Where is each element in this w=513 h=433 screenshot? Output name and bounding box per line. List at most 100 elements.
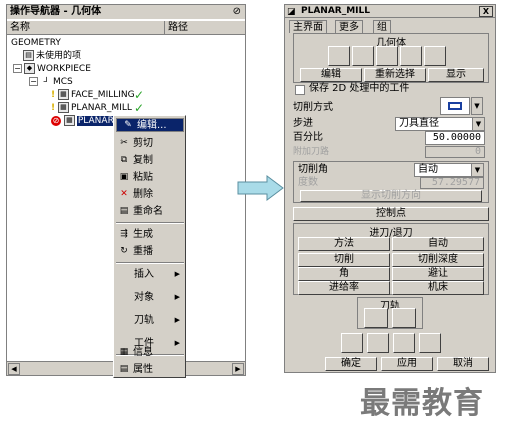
cut-icon: ✂ <box>120 138 128 148</box>
dropdown-arrow-icon[interactable]: ▼ <box>471 97 483 115</box>
display-button[interactable]: 显示 <box>428 68 484 82</box>
menu-label: 复制 <box>133 155 153 166</box>
collapse-icon[interactable]: − <box>13 64 22 73</box>
menu-item-info[interactable]: ▦ 信息 <box>116 344 184 361</box>
cut-depth-button[interactable]: 切削深度 <box>392 253 484 267</box>
list-toolpath-icon[interactable] <box>392 308 416 328</box>
tree-label: 未使用的项 <box>36 51 82 61</box>
tree-item-workpiece[interactable]: − ◆ WORKPIECE <box>11 63 135 76</box>
cut-method-label: 切削方式 <box>293 102 333 113</box>
generate-icon[interactable] <box>341 333 363 353</box>
dropdown-arrow-icon: ▼ <box>471 164 483 176</box>
scroll-right-icon[interactable]: ▶ <box>232 363 244 375</box>
degrees-label: 度数 <box>298 177 318 188</box>
app-icon: ◪ <box>287 7 296 17</box>
regenerate-status-icon: ⊘ <box>51 115 61 126</box>
menu-item-insert[interactable]: 插入 ▶ <box>116 266 184 283</box>
replay-icon[interactable] <box>367 333 389 353</box>
tab-group[interactable]: 组 <box>373 20 391 33</box>
tree-item-face-milling[interactable]: ! ▦ FACE_MILLING ✓ <box>11 89 144 102</box>
status-exclaim-icon: ! <box>51 103 56 113</box>
operation-icon: ▦ <box>63 115 75 126</box>
tree-item-geometry[interactable]: GEOMETRY <box>11 37 135 50</box>
workpiece-icon: ◆ <box>24 63 35 74</box>
watermark-text: 最需教育 <box>360 386 484 421</box>
tab-main[interactable]: 主界面 <box>289 20 327 33</box>
menu-item-toolpath[interactable]: 刀轨 ▶ <box>116 312 184 329</box>
cut-angle-select[interactable]: 自动 ▼ <box>414 163 484 177</box>
menu-separator <box>116 222 184 224</box>
display-toolpath-icon[interactable] <box>364 308 388 328</box>
verify-icon[interactable] <box>393 333 415 353</box>
menu-item-generate[interactable]: ⇶ 生成 <box>116 226 184 243</box>
tree-label: MCS <box>53 77 73 87</box>
folder-icon: ▤ <box>23 50 34 61</box>
tree-item-mcs[interactable]: − ⅃ MCS <box>11 76 135 89</box>
edit-button[interactable]: 编辑 <box>300 68 362 82</box>
cut-angle-value: 自动 <box>418 164 438 175</box>
menu-item-rename[interactable]: ▤ 重命名 <box>116 203 184 220</box>
tree-label: GEOMETRY <box>11 38 61 48</box>
copy-icon: ⧉ <box>120 155 128 165</box>
tree-item-unused[interactable]: ▤ 未使用的项 <box>11 50 135 63</box>
navigator-title: 操作导航器 - 几何体 <box>10 6 102 17</box>
corner-button[interactable]: 角 <box>298 267 390 281</box>
menu-item-delete[interactable]: ✕ 删除 <box>116 186 184 203</box>
percent-input[interactable]: 50.00000 <box>425 131 485 145</box>
stepover-value: 刀具直径 <box>399 118 439 129</box>
menu-item-paste[interactable]: ▣ 粘贴 <box>116 169 184 186</box>
menu-item-replay[interactable]: ↻ 重播 <box>116 243 184 260</box>
feedrates-button[interactable]: 进给率 <box>298 281 390 295</box>
dropdown-arrow-icon: ▼ <box>472 118 484 130</box>
reselect-button[interactable]: 重新选择 <box>364 68 426 82</box>
rename-icon: ▤ <box>119 206 129 216</box>
menu-item-object[interactable]: 对象 ▶ <box>116 289 184 306</box>
cut-method-icon[interactable] <box>440 97 470 115</box>
keep-2d-checkbox[interactable] <box>295 85 305 95</box>
close-button[interactable]: X <box>479 6 493 17</box>
pin-icon[interactable]: ⊘ <box>233 5 241 19</box>
check-geometry-icon[interactable] <box>376 46 398 66</box>
cutting-button[interactable]: 切削 <box>298 253 390 267</box>
control-points-button[interactable]: 控制点 <box>293 207 489 221</box>
apply-button[interactable]: 应用 <box>381 357 433 371</box>
generate-icon: ⇶ <box>120 229 128 239</box>
degrees-input: 57.29577 <box>420 177 484 189</box>
menu-item-copy[interactable]: ⧉ 复制 <box>116 152 184 169</box>
column-name[interactable]: 名称 <box>7 21 165 35</box>
scroll-left-icon[interactable]: ◀ <box>8 363 20 375</box>
collapse-icon[interactable]: − <box>29 77 38 86</box>
percent-label: 百分比 <box>293 132 323 143</box>
submenu-arrow-icon: ▶ <box>174 270 180 278</box>
menu-label: 属性 <box>133 364 153 375</box>
cut-pattern-icon <box>448 102 462 110</box>
auto-button[interactable]: 自动 <box>392 237 484 251</box>
properties-icon: ▤ <box>119 364 129 374</box>
floor-geometry-icon[interactable] <box>424 46 446 66</box>
tab-more[interactable]: 更多 <box>335 20 363 33</box>
tree-label: WORKPIECE <box>37 64 91 74</box>
machine-button[interactable]: 机床 <box>392 281 484 295</box>
show-cut-direction-button: 显示切削方向 <box>300 190 482 202</box>
menu-item-properties[interactable]: ▤ 属性 <box>116 361 184 378</box>
menu-label: 重播 <box>133 246 153 257</box>
blank-geometry-icon[interactable] <box>352 46 374 66</box>
menu-label: 剪切 <box>133 138 153 149</box>
list-icon[interactable] <box>419 333 441 353</box>
avoidance-button[interactable]: 避让 <box>392 267 484 281</box>
cut-angle-label: 切削角 <box>298 164 328 175</box>
part-geometry-icon[interactable] <box>328 46 350 66</box>
edit-icon: ✎ <box>124 120 132 130</box>
ok-button[interactable]: 确定 <box>325 357 377 371</box>
menu-item-cut[interactable]: ✂ 剪切 <box>116 135 184 152</box>
tree-item-planar-mill[interactable]: ! ▦ PLANAR_MILL ✓ <box>11 102 144 115</box>
menu-label: 刀轨 <box>134 315 154 326</box>
menu-item-edit[interactable]: ✎ 编辑... <box>116 118 184 132</box>
trim-geometry-icon[interactable] <box>400 46 422 66</box>
method-button[interactable]: 方法 <box>298 237 390 251</box>
stepover-select[interactable]: 刀具直径 ▼ <box>395 117 485 131</box>
cancel-button[interactable]: 取消 <box>437 357 489 371</box>
column-path[interactable]: 路径 <box>165 21 245 35</box>
menu-separator <box>116 262 184 264</box>
keep-2d-label: 保存 2D 处理中的工件 <box>309 83 410 94</box>
